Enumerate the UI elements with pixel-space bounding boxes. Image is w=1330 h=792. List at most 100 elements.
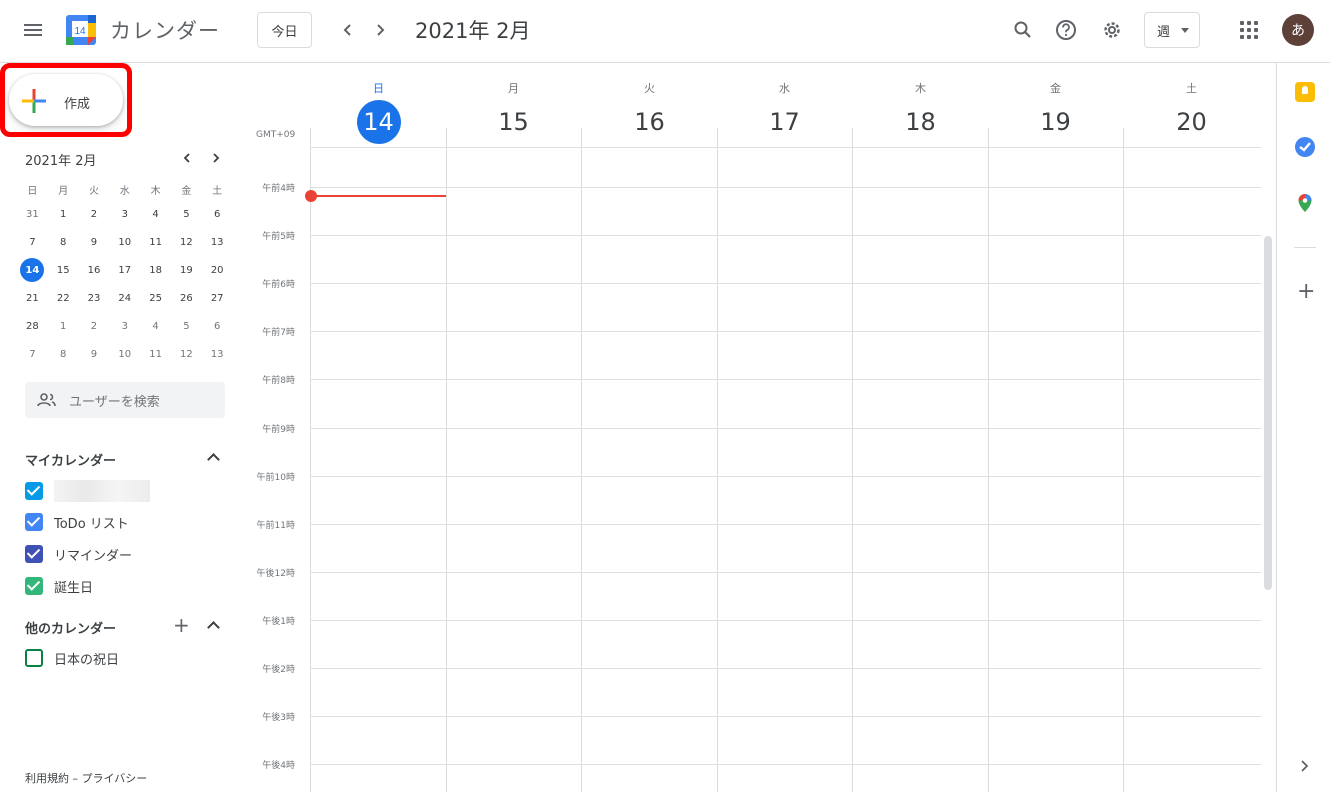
calendar-item[interactable]: リマインダー <box>25 544 132 564</box>
mini-day[interactable]: 4 <box>140 200 171 228</box>
mini-day[interactable]: 23 <box>79 284 110 312</box>
mini-day[interactable]: 2 <box>79 312 110 340</box>
mini-day[interactable]: 8 <box>48 340 79 368</box>
people-search-input[interactable]: ユーザーを検索 <box>25 382 225 418</box>
mini-prev-icon[interactable] <box>176 147 198 169</box>
mini-day[interactable]: 11 <box>140 228 171 256</box>
calendar-checkbox[interactable] <box>25 482 43 500</box>
keep-icon[interactable] <box>1295 82 1315 102</box>
mini-day[interactable]: 9 <box>79 228 110 256</box>
mini-day[interactable]: 15 <box>48 256 79 284</box>
mini-day[interactable]: 24 <box>109 284 140 312</box>
day-number[interactable]: 20 <box>1170 100 1214 144</box>
mini-day[interactable]: 7 <box>17 340 48 368</box>
day-of-week: 水 <box>779 82 790 95</box>
calendar-item[interactable]: 誕生日 <box>25 576 93 596</box>
mini-day[interactable]: 6 <box>202 312 233 340</box>
day-number[interactable]: 17 <box>763 100 807 144</box>
mini-day[interactable]: 5 <box>171 312 202 340</box>
mini-day[interactable]: 4 <box>140 312 171 340</box>
mini-day[interactable]: 1 <box>48 312 79 340</box>
day-header[interactable]: 日 14 <box>311 63 446 144</box>
people-icon <box>37 393 56 407</box>
day-number[interactable]: 16 <box>628 100 672 144</box>
footer-links[interactable]: 利用規約 – プライバシー <box>25 770 147 786</box>
scrollbar[interactable] <box>1264 236 1272 590</box>
calendar-checkbox[interactable] <box>25 649 43 667</box>
day-of-week: 月 <box>508 82 519 95</box>
mini-day[interactable]: 16 <box>79 256 110 284</box>
mini-day[interactable]: 13 <box>202 340 233 368</box>
day-number[interactable]: 15 <box>492 100 536 144</box>
help-icon[interactable] <box>1046 10 1086 50</box>
mini-day[interactable]: 21 <box>17 284 48 312</box>
mini-weekday: 木 <box>150 185 161 197</box>
other-calendars-title[interactable]: 他のカレンダー <box>25 618 116 637</box>
view-selector[interactable]: 週 <box>1144 12 1200 48</box>
mini-day[interactable]: 3 <box>109 312 140 340</box>
side-panel-rail <box>1276 63 1330 792</box>
day-header[interactable]: 土 20 <box>1124 63 1259 144</box>
chevron-up-icon[interactable] <box>207 453 220 466</box>
mini-day[interactable]: 22 <box>48 284 79 312</box>
mini-day[interactable]: 13 <box>202 228 233 256</box>
calendar-item[interactable]: 日本の祝日 <box>25 648 119 668</box>
day-header[interactable]: 金 19 <box>988 63 1123 144</box>
mini-day[interactable]: 10 <box>109 228 140 256</box>
next-week-icon[interactable] <box>360 10 400 50</box>
calendar-item[interactable]: ToDo リスト <box>25 512 129 532</box>
add-calendar-icon[interactable]: + <box>173 615 190 635</box>
mini-day[interactable]: 11 <box>140 340 171 368</box>
mini-day[interactable]: 18 <box>140 256 171 284</box>
mini-day[interactable]: 7 <box>17 228 48 256</box>
mini-day[interactable]: 27 <box>202 284 233 312</box>
apps-icon[interactable] <box>1238 19 1260 41</box>
calendar-checkbox[interactable] <box>25 545 43 563</box>
mini-day[interactable]: 20 <box>202 256 233 284</box>
mini-day[interactable]: 25 <box>140 284 171 312</box>
day-header[interactable]: 木 18 <box>853 63 988 144</box>
mini-day[interactable]: 28 <box>17 312 48 340</box>
mini-day[interactable]: 17 <box>109 256 140 284</box>
mini-next-icon[interactable] <box>205 147 227 169</box>
settings-icon[interactable] <box>1092 10 1132 50</box>
mini-day[interactable]: 5 <box>171 200 202 228</box>
mini-day[interactable]: 14 <box>17 256 48 284</box>
search-icon[interactable] <box>1003 10 1043 50</box>
day-header[interactable]: 火 16 <box>582 63 717 144</box>
mini-day[interactable]: 31 <box>17 200 48 228</box>
mini-day[interactable]: 26 <box>171 284 202 312</box>
day-header[interactable]: 月 15 <box>446 63 581 144</box>
create-button[interactable]: 作成 <box>9 74 123 126</box>
my-calendars-title[interactable]: マイカレンダー <box>25 450 116 469</box>
chevron-up-icon[interactable] <box>207 621 220 634</box>
day-number[interactable]: 19 <box>1034 100 1078 144</box>
mini-day[interactable]: 1 <box>48 200 79 228</box>
day-number[interactable]: 18 <box>899 100 943 144</box>
menu-icon[interactable] <box>13 10 53 50</box>
mini-day[interactable]: 3 <box>109 200 140 228</box>
mini-day[interactable]: 8 <box>48 228 79 256</box>
mini-today[interactable]: 14 <box>20 258 45 282</box>
calendar-item[interactable] <box>25 480 150 502</box>
mini-day[interactable]: 10 <box>109 340 140 368</box>
day-number[interactable]: 14 <box>356 100 401 144</box>
hour-line <box>310 379 1261 381</box>
day-header[interactable]: 水 17 <box>717 63 852 144</box>
today-button[interactable]: 今日 <box>257 12 312 48</box>
maps-icon[interactable] <box>1297 193 1313 217</box>
calendar-checkbox[interactable] <box>25 513 43 531</box>
mini-day[interactable]: 12 <box>171 340 202 368</box>
hour-line <box>310 187 1261 188</box>
mini-day[interactable]: 6 <box>202 200 233 228</box>
add-addon-icon[interactable]: + <box>1297 280 1315 304</box>
create-label: 作成 <box>64 97 91 112</box>
mini-day[interactable]: 9 <box>79 340 110 368</box>
avatar[interactable]: あ <box>1282 14 1314 46</box>
mini-day[interactable]: 19 <box>171 256 202 284</box>
mini-day[interactable]: 12 <box>171 228 202 256</box>
tasks-icon[interactable] <box>1295 137 1315 157</box>
mini-day[interactable]: 2 <box>79 200 110 228</box>
expand-panel-icon[interactable] <box>1298 758 1310 777</box>
calendar-checkbox[interactable] <box>25 577 43 595</box>
